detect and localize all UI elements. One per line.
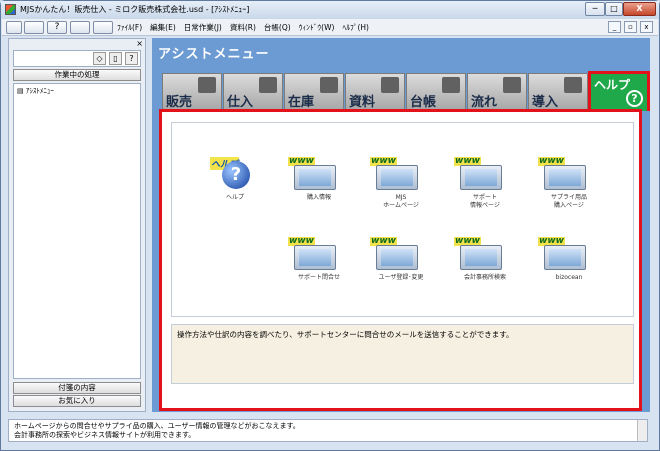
panel-toolbar: ◇ ▯ ? bbox=[13, 50, 141, 67]
menu-bar: ? ﾌｧｲﾙ(F) 編集(E) 日常作業(J) 資料(R) 台帳(Q) ｳｨﾝﾄ… bbox=[2, 19, 658, 36]
help-content-area: ヘルプ ? ヘルプ www 購入情報 www MJS ホームページ www サポ… bbox=[159, 109, 642, 411]
mdi-close-button[interactable]: x bbox=[640, 21, 653, 33]
toolbar-menu-icon[interactable] bbox=[6, 21, 22, 34]
tab-flow[interactable]: 流れ bbox=[467, 73, 527, 111]
icon-label: サポート 情報ページ bbox=[470, 194, 500, 209]
help-shortcut[interactable]: ヘルプ ? ヘルプ bbox=[200, 157, 270, 207]
toolbar-app-icon[interactable] bbox=[24, 21, 44, 34]
question-circle-icon: ? bbox=[626, 90, 643, 107]
tab-setup[interactable]: 導入 bbox=[528, 73, 588, 111]
laptop-icon bbox=[460, 245, 502, 270]
tab-label: 資料 bbox=[349, 95, 376, 110]
title-bar: MJSかんたん！販売仕入 - ミロク販売株式会社.usd - [ｱｼｽﾄﾒﾆｭｰ… bbox=[1, 1, 659, 19]
tab-label: 在庫 bbox=[288, 95, 315, 110]
flowchart-icon bbox=[503, 77, 521, 93]
question-icon[interactable]: ? bbox=[125, 52, 138, 65]
help-question-icon: ? bbox=[222, 161, 250, 189]
icon-label: MJS ホームページ bbox=[383, 194, 419, 209]
support-info-shortcut[interactable]: www サポート 情報ページ bbox=[450, 157, 520, 209]
accountant-search-shortcut[interactable]: www 会計事務所検索 bbox=[450, 237, 520, 287]
open-book-icon bbox=[381, 77, 399, 93]
description-box: 操作方法や仕訳の内容を調べたり、サポートセンターに問合せのメールを送信することが… bbox=[171, 324, 634, 384]
cart-icon bbox=[259, 77, 277, 93]
ledger-books-icon bbox=[442, 77, 460, 93]
icon-label: ユーザ登録･変更 bbox=[378, 274, 424, 281]
icon-label: サポート問合せ bbox=[297, 274, 340, 281]
minimize-button[interactable]: ─ bbox=[585, 2, 605, 16]
menu-file[interactable]: ﾌｧｲﾙ(F) bbox=[117, 22, 142, 33]
mdi-restore-button[interactable]: ▫ bbox=[624, 21, 637, 33]
menu-window[interactable]: ｳｨﾝﾄﾞｳ(W) bbox=[299, 22, 335, 33]
user-registration-shortcut[interactable]: www ユーザ登録･変更 bbox=[366, 237, 436, 287]
menu-edit[interactable]: 編集(E) bbox=[150, 22, 176, 33]
app-icon bbox=[5, 4, 16, 15]
mdi-minimize-button[interactable]: _ bbox=[608, 21, 621, 33]
supply-purchase-shortcut[interactable]: www サプライ用品 購入ページ bbox=[534, 157, 604, 209]
left-panel: × ◇ ▯ ? 作業中の処理 ▤ ｱｼｽﾄﾒﾆｭｰ 付箋の内容 お気に入り bbox=[8, 38, 146, 412]
tab-label: 台帳 bbox=[410, 95, 437, 110]
tab-purchase[interactable]: 仕入 bbox=[223, 73, 283, 111]
menu-daily-work[interactable]: 日常作業(J) bbox=[184, 22, 222, 33]
tab-sales[interactable]: 販売 bbox=[162, 73, 222, 111]
panel-close-icon[interactable]: × bbox=[136, 39, 143, 48]
processing-header[interactable]: 作業中の処理 bbox=[13, 69, 141, 81]
page-title: アシストメニュー bbox=[158, 47, 270, 62]
tab-label: 仕入 bbox=[227, 95, 254, 110]
laptop-icon bbox=[544, 165, 586, 190]
tag-icon[interactable]: ◇ bbox=[93, 52, 106, 65]
tree-item-label: ｱｼｽﾄﾒﾆｭｰ bbox=[25, 87, 54, 95]
purchase-info-shortcut[interactable]: www 購入情報 bbox=[284, 157, 354, 207]
icon-label: 購入情報 bbox=[306, 194, 331, 201]
tree-item-assist-menu[interactable]: ▤ ｱｼｽﾄﾒﾆｭｰ bbox=[17, 86, 54, 96]
gift-icon bbox=[198, 77, 216, 93]
laptop-icon bbox=[294, 165, 336, 190]
icon-grid: ヘルプ ? ヘルプ www 購入情報 www MJS ホームページ www サポ… bbox=[171, 122, 634, 317]
status-bar: ホームページからの問合せやサプライ品の購入、ユーザー情報の管理などがおこなえます… bbox=[8, 419, 648, 442]
icon-label: ヘルプ bbox=[225, 194, 244, 201]
tab-ledger[interactable]: 台帳 bbox=[406, 73, 466, 111]
tab-label: 導入 bbox=[532, 95, 559, 110]
laptop-icon bbox=[376, 165, 418, 190]
mjs-homepage-shortcut[interactable]: www MJS ホームページ bbox=[366, 157, 436, 209]
laptop-icon bbox=[460, 165, 502, 190]
favorites-button[interactable]: お気に入り bbox=[13, 395, 141, 407]
bizocean-shortcut[interactable]: www bizocean bbox=[534, 237, 604, 287]
tab-label: 販売 bbox=[166, 95, 193, 110]
status-scrollbar[interactable] bbox=[637, 420, 647, 441]
close-button[interactable]: X bbox=[623, 2, 656, 16]
menu-ledger[interactable]: 台帳(Q) bbox=[264, 22, 291, 33]
support-contact-shortcut[interactable]: www サポート問合せ bbox=[284, 237, 354, 287]
tab-label: 流れ bbox=[471, 95, 498, 110]
tab-inventory[interactable]: 在庫 bbox=[284, 73, 344, 111]
tab-help[interactable]: ヘルプ? bbox=[588, 71, 650, 111]
keyboard-icon[interactable] bbox=[70, 21, 90, 34]
tab-label: ヘルプ bbox=[594, 78, 631, 92]
laptop-icon bbox=[376, 245, 418, 270]
icon-label: 会計事務所検索 bbox=[463, 274, 506, 281]
tab-reports[interactable]: 資料 bbox=[345, 73, 405, 111]
maximize-button[interactable]: □ bbox=[605, 2, 623, 16]
calculator-icon[interactable] bbox=[93, 21, 113, 34]
icon-label: サプライ用品 購入ページ bbox=[550, 194, 587, 209]
processing-tree: ▤ ｱｼｽﾄﾒﾆｭｰ bbox=[13, 83, 141, 379]
notes-button[interactable]: 付箋の内容 bbox=[13, 382, 141, 394]
icon-label: bizocean bbox=[555, 274, 583, 281]
status-line-1: ホームページからの問合せやサプライ品の購入、ユーザー情報の管理などがおこなえます… bbox=[14, 422, 300, 430]
laptop-icon bbox=[544, 245, 586, 270]
help-icon[interactable]: ? bbox=[47, 21, 67, 34]
menu-items: ﾌｧｲﾙ(F) 編集(E) 日常作業(J) 資料(R) 台帳(Q) ｳｨﾝﾄﾞｳ… bbox=[117, 22, 369, 33]
laptop-icon bbox=[294, 245, 336, 270]
book-icon[interactable]: ▯ bbox=[109, 52, 122, 65]
install-icon bbox=[564, 77, 582, 93]
menu-reports[interactable]: 資料(R) bbox=[230, 22, 256, 33]
status-line-2: 会計事務所の探索やビジネス情報サイトが利用できます。 bbox=[14, 431, 196, 439]
window-title: MJSかんたん！販売仕入 - ミロク販売株式会社.usd - [ｱｼｽﾄﾒﾆｭｰ… bbox=[20, 5, 250, 14]
boxes-icon bbox=[320, 77, 338, 93]
app-window: MJSかんたん！販売仕入 - ミロク販売株式会社.usd - [ｱｼｽﾄﾒﾆｭｰ… bbox=[0, 0, 660, 451]
menu-help[interactable]: ﾍﾙﾌﾟ(H) bbox=[342, 22, 369, 33]
